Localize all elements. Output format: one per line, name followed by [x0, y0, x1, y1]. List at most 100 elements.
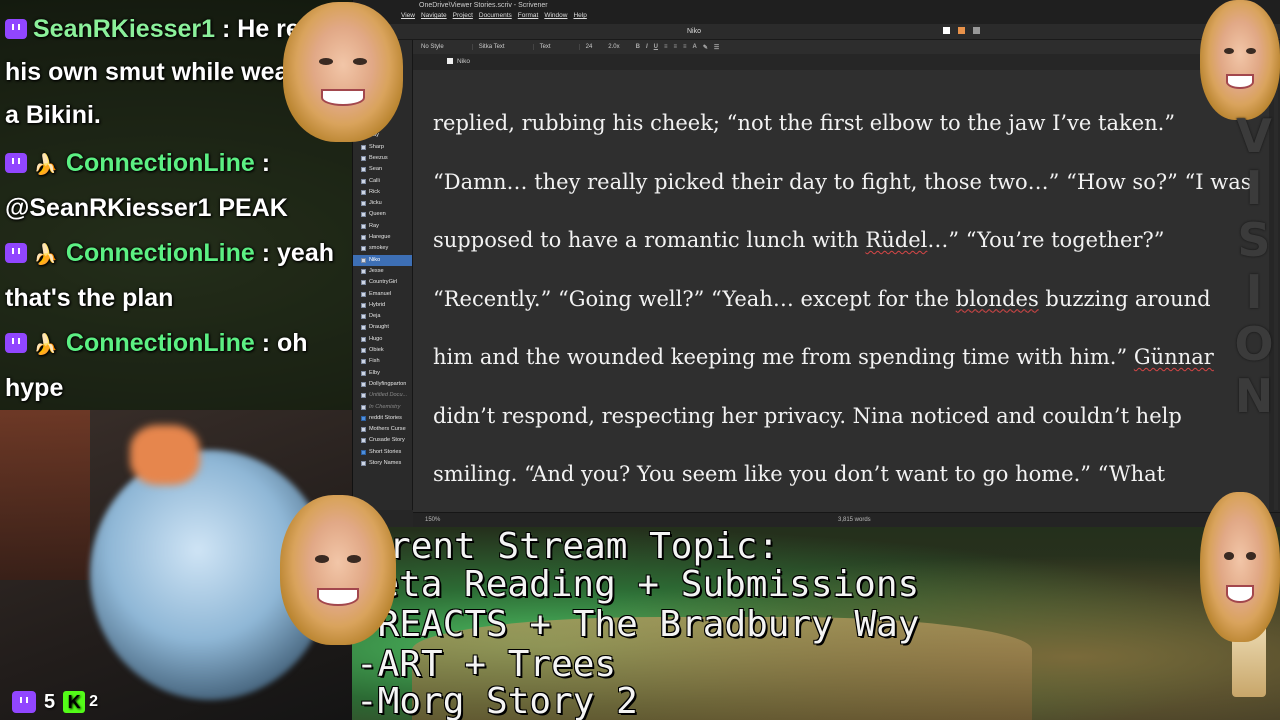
- face-sticker: [280, 495, 396, 645]
- bold-button[interactable]: B: [636, 44, 640, 50]
- menu-project[interactable]: Project: [453, 12, 473, 22]
- title-bar: OneDrive\Viewer Stories.scriv - Scrivene…: [353, 0, 1280, 24]
- binder-item-label: reddit Stories: [369, 414, 402, 421]
- binder-item-label: Mothers Curse: [369, 426, 406, 433]
- document-icon: [361, 223, 366, 229]
- binder-item[interactable]: Crusade Story: [353, 435, 412, 446]
- single-view-icon[interactable]: [943, 27, 950, 34]
- style-select[interactable]: No Style: [421, 44, 473, 50]
- vertical-letter: N: [1234, 369, 1274, 423]
- vertical-letter: V: [1236, 109, 1272, 163]
- banana-badge-icon: 🍌: [33, 244, 58, 266]
- document-icon: [361, 348, 366, 354]
- align-left-icon[interactable]: ≡: [664, 44, 668, 50]
- document-icon: [361, 438, 366, 444]
- binder-item-label: Crusade Story: [369, 437, 405, 444]
- chat-username[interactable]: ConnectionLine: [66, 329, 255, 357]
- chat-separator: :: [254, 239, 278, 267]
- binder-item[interactable]: Short Stories: [353, 447, 412, 458]
- twitch-icon: [12, 691, 36, 713]
- menu-format[interactable]: Format: [518, 12, 539, 22]
- document-icon: [361, 460, 366, 466]
- binder-item-label: Ray: [369, 222, 379, 229]
- binder-item[interactable]: Niko: [353, 254, 412, 266]
- binder-item[interactable]: Mothers Curse: [353, 424, 412, 435]
- document-icon: [361, 381, 366, 387]
- binder-item[interactable]: In Chemistry: [353, 402, 412, 413]
- highlight-icon[interactable]: ✎: [703, 44, 708, 51]
- binder-item[interactable]: Sharp: [353, 142, 412, 153]
- chat-separator: :: [254, 329, 278, 357]
- binder-item[interactable]: Calli: [353, 176, 412, 187]
- binder-item-label: Draught: [369, 324, 389, 331]
- view-mode-icons: [943, 27, 980, 34]
- document-icon: [361, 189, 366, 195]
- binder-item[interactable]: Hybrid: [353, 300, 412, 311]
- corkboard-icon[interactable]: [958, 27, 965, 34]
- binder-item[interactable]: Obiek: [353, 345, 412, 356]
- menu-help[interactable]: Help: [573, 12, 586, 22]
- binder-item[interactable]: Draught: [353, 322, 412, 333]
- binder-item[interactable]: Hugo: [353, 334, 412, 345]
- binder-item[interactable]: Story Names: [353, 458, 412, 469]
- binder-item[interactable]: Jicku: [353, 198, 412, 209]
- text-color-icon[interactable]: A: [693, 44, 697, 50]
- menu-view[interactable]: View: [401, 12, 415, 22]
- twitch-badge-icon: [5, 243, 27, 263]
- outline-icon[interactable]: [973, 27, 980, 34]
- document-icon: [361, 291, 366, 297]
- binder-item[interactable]: Dollyfingparton: [353, 379, 412, 390]
- menu-documents[interactable]: Documents: [479, 12, 512, 22]
- binder-item[interactable]: Fish: [353, 356, 412, 367]
- binder-item[interactable]: smokey: [353, 243, 412, 254]
- document-icon: [361, 336, 366, 342]
- binder-item-label: Short Stories: [369, 448, 402, 455]
- editor-footer: 150% 3,815 words: [413, 512, 1280, 527]
- editor-text[interactable]: replied, rubbing his cheek; “not the fir…: [433, 94, 1253, 504]
- banana-badge-icon: 🍌: [33, 334, 58, 356]
- binder-item[interactable]: Haregue: [353, 232, 412, 243]
- chat-username[interactable]: ConnectionLine: [66, 239, 255, 267]
- binder-item[interactable]: Deja: [353, 311, 412, 322]
- binder-item[interactable]: reddit Stories: [353, 413, 412, 424]
- menu-bar: View Navigate Project Documents Format W…: [401, 12, 587, 22]
- chat-username[interactable]: ConnectionLine: [66, 149, 255, 177]
- binder-item-label: Fish: [369, 358, 380, 365]
- align-center-icon[interactable]: ≡: [674, 44, 678, 50]
- vertical-letter: O: [1234, 317, 1274, 371]
- menu-navigate[interactable]: Navigate: [421, 12, 447, 22]
- line-spacing-select[interactable]: 2.0x: [608, 44, 629, 50]
- binder-item[interactable]: Untitled Docu...: [353, 390, 412, 401]
- topic-item: -REACTS + The Bradbury Way: [356, 604, 920, 645]
- chat-username[interactable]: SeanRKiesser1: [33, 15, 215, 43]
- folder-icon: [361, 415, 366, 421]
- align-right-icon[interactable]: ≡: [683, 44, 687, 50]
- binder-item[interactable]: Jesse: [353, 266, 412, 277]
- menu-window[interactable]: Window: [544, 12, 567, 22]
- breadcrumb[interactable]: Niko: [457, 58, 470, 65]
- binder-item-label: Niko: [369, 256, 381, 263]
- binder-item[interactable]: Beezus: [353, 153, 412, 164]
- zoom-level[interactable]: 150%: [425, 517, 440, 523]
- document-icon: [361, 246, 366, 252]
- topic-item: -Morg Story 2: [356, 681, 638, 720]
- binder-item[interactable]: Sean: [353, 164, 412, 175]
- binder-item-label: CountryGirl: [369, 279, 398, 286]
- font-select[interactable]: Sitka Text: [479, 44, 534, 50]
- binder-item-label: Rick: [369, 188, 380, 195]
- binder-item[interactable]: CountryGirl: [353, 277, 412, 288]
- stream-layout: OneDrive\Viewer Stories.scriv - Scrivene…: [0, 0, 1280, 720]
- list-icon[interactable]: ☰: [714, 44, 719, 51]
- binder-item[interactable]: Ray: [353, 221, 412, 232]
- font-size-select[interactable]: 24: [586, 44, 603, 50]
- editor-pane[interactable]: replied, rubbing his cheek; “not the fir…: [413, 70, 1269, 512]
- italic-button[interactable]: I: [646, 44, 648, 50]
- underline-button[interactable]: U: [654, 44, 658, 50]
- typeface-select[interactable]: Text: [540, 44, 580, 50]
- binder-item[interactable]: Emanuel: [353, 289, 412, 300]
- face-sticker: [1200, 0, 1280, 120]
- binder-item[interactable]: Queen: [353, 209, 412, 220]
- binder-item[interactable]: Elby: [353, 368, 412, 379]
- binder-item[interactable]: Rick: [353, 187, 412, 198]
- window-title: OneDrive\Viewer Stories.scriv - Scrivene…: [419, 2, 548, 9]
